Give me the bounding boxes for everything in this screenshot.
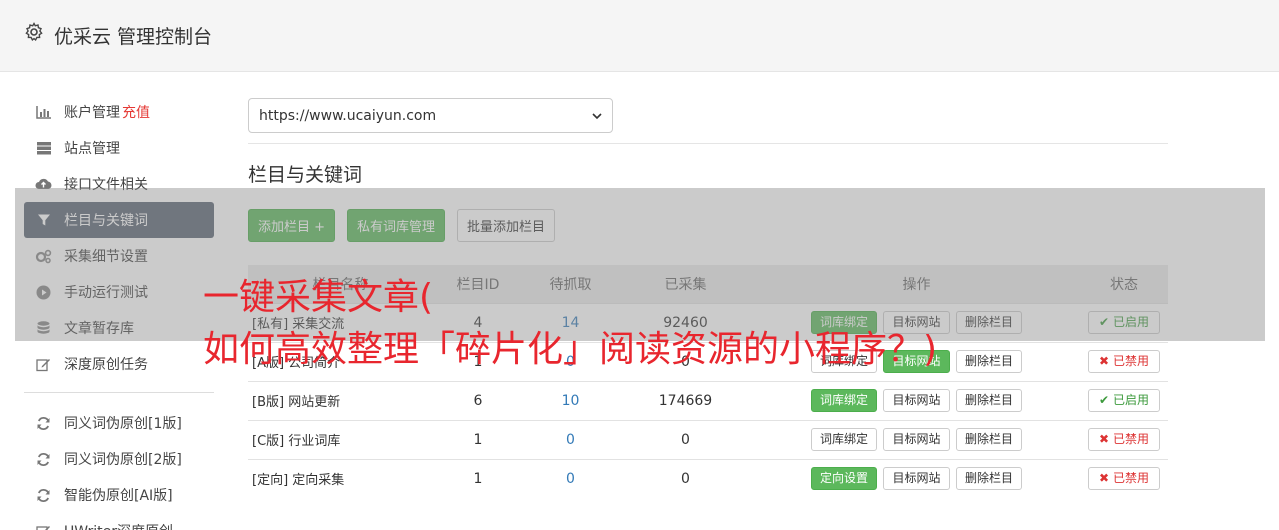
refresh-icon bbox=[35, 415, 52, 432]
overlay-caption-line2: 如何高效整理「碎片化」阅读资源的小程序？) bbox=[203, 329, 938, 370]
bar-chart-icon bbox=[35, 104, 52, 121]
status-label: 已启用 bbox=[1112, 393, 1149, 407]
sidebar-item-synonym-v1[interactable]: 同义词伪原创[1版] bbox=[24, 405, 214, 441]
table-row: [C版] 行业词库 1 0 0 词库绑定 目标网站 删除栏目 ✖ 已禁用 bbox=[248, 419, 1168, 459]
sidebar-item-ai-rewrite[interactable]: 智能伪原创[AI版] bbox=[24, 477, 214, 513]
column-id: 6 bbox=[433, 380, 523, 420]
status-label: 已禁用 bbox=[1112, 471, 1149, 486]
status-label: 已禁用 bbox=[1112, 354, 1149, 368]
status-toggle[interactable]: ✖ 已禁用 bbox=[1088, 467, 1160, 491]
table-row: [定向] 定向采集 1 0 0 定向设置 目标网站 删除栏目 ✖ 已禁用 bbox=[248, 458, 1168, 498]
sidebar-item-sites[interactable]: 站点管理 bbox=[24, 130, 214, 166]
sidebar-item-label: 深度原创任务 bbox=[64, 357, 148, 373]
sidebar-item-uwriter[interactable]: UWriter深度原创 bbox=[24, 513, 214, 530]
collected-count: 174669 bbox=[618, 380, 753, 420]
close-icon: ✖ bbox=[1099, 354, 1110, 368]
delete-column-button[interactable]: 删除栏目 bbox=[955, 350, 1022, 373]
target-site-button[interactable]: 目标网站 bbox=[883, 428, 950, 451]
sidebar-divider bbox=[24, 392, 214, 393]
row-actions: 定向设置 目标网站 删除栏目 bbox=[753, 458, 1080, 498]
status-toggle[interactable]: ✔ 已启用 bbox=[1088, 389, 1160, 412]
column-name-link[interactable]: [C版] 行业词库 bbox=[248, 419, 433, 459]
server-icon bbox=[35, 140, 52, 157]
site-select-value: https://www.ucaiyun.com bbox=[259, 107, 437, 124]
section-title: 栏目与关键词 bbox=[248, 164, 363, 186]
collected-count: 0 bbox=[618, 419, 753, 459]
divider bbox=[248, 143, 1168, 144]
column-name-link[interactable]: [定向] 定向采集 bbox=[248, 458, 433, 498]
overlay-caption: 一键采集文章( 如何高效整理「碎片化」阅读资源的小程序？) bbox=[203, 272, 937, 376]
sidebar-item-label: 同义词伪原创[2版] bbox=[64, 452, 182, 468]
chevron-down-icon bbox=[592, 112, 602, 119]
status-label: 已禁用 bbox=[1112, 432, 1149, 446]
sidebar-item-label: 账户管理 bbox=[64, 105, 120, 121]
target-site-button[interactable]: 目标网站 bbox=[883, 467, 950, 491]
overlay-caption-line1: 一键采集文章( bbox=[203, 277, 434, 318]
row-status: ✔ 已启用 bbox=[1080, 380, 1168, 420]
table-row: [B版] 网站更新 6 10 174669 词库绑定 目标网站 删除栏目 ✔ 已… bbox=[248, 380, 1168, 420]
pending-count-link[interactable]: 0 bbox=[523, 419, 618, 459]
page: 优采云 管理控制台 账户管理 充值 站点管理 接口文件相关 栏目与关键词 采集细… bbox=[0, 0, 1279, 530]
column-name-link[interactable]: [B版] 网站更新 bbox=[248, 380, 433, 420]
site-select[interactable]: https://www.ucaiyun.com bbox=[248, 98, 613, 133]
delete-column-button[interactable]: 删除栏目 bbox=[955, 389, 1022, 412]
sidebar-item-label: 同义词伪原创[1版] bbox=[64, 416, 182, 432]
target-site-button[interactable]: 目标网站 bbox=[883, 389, 950, 412]
edit-icon bbox=[35, 523, 52, 530]
close-icon: ✖ bbox=[1099, 432, 1110, 446]
directed-settings-button[interactable]: 定向设置 bbox=[811, 467, 878, 491]
pending-count-link[interactable]: 0 bbox=[523, 458, 618, 498]
status-toggle[interactable]: ✖ 已禁用 bbox=[1088, 350, 1160, 373]
status-toggle[interactable]: ✖ 已禁用 bbox=[1088, 428, 1160, 451]
app-title: 优采云 管理控制台 bbox=[54, 26, 213, 48]
bind-lexicon-button[interactable]: 词库绑定 bbox=[811, 389, 878, 412]
sidebar-item-account[interactable]: 账户管理 充值 bbox=[24, 94, 214, 130]
delete-column-button[interactable]: 删除栏目 bbox=[955, 428, 1022, 451]
sidebar-item-label: 智能伪原创[AI版] bbox=[64, 488, 173, 504]
gear-icon bbox=[25, 22, 43, 41]
pending-count-link[interactable]: 10 bbox=[523, 380, 618, 420]
close-icon: ✖ bbox=[1099, 471, 1110, 486]
top-header: 优采云 管理控制台 bbox=[0, 0, 1279, 72]
bind-lexicon-button[interactable]: 词库绑定 bbox=[811, 428, 878, 451]
recharge-link[interactable]: 充值 bbox=[122, 102, 150, 122]
collected-count: 0 bbox=[618, 458, 753, 498]
row-actions: 词库绑定 目标网站 删除栏目 bbox=[753, 419, 1080, 459]
sidebar-item-synonym-v2[interactable]: 同义词伪原创[2版] bbox=[24, 441, 214, 477]
row-actions: 词库绑定 目标网站 删除栏目 bbox=[753, 380, 1080, 420]
edit-icon bbox=[35, 356, 52, 373]
row-status: ✖ 已禁用 bbox=[1080, 419, 1168, 459]
sidebar-item-label: UWriter深度原创 bbox=[64, 521, 173, 530]
sidebar-item-deep-original[interactable]: 深度原创任务 bbox=[24, 346, 214, 382]
refresh-icon bbox=[35, 487, 52, 504]
row-status: ✖ 已禁用 bbox=[1080, 341, 1168, 381]
check-icon: ✔ bbox=[1099, 393, 1110, 407]
column-id: 1 bbox=[433, 419, 523, 459]
sidebar-item-label: 站点管理 bbox=[64, 141, 120, 157]
refresh-icon bbox=[35, 451, 52, 468]
column-id: 1 bbox=[433, 458, 523, 498]
row-status: ✖ 已禁用 bbox=[1080, 458, 1168, 498]
delete-column-button[interactable]: 删除栏目 bbox=[955, 467, 1022, 491]
